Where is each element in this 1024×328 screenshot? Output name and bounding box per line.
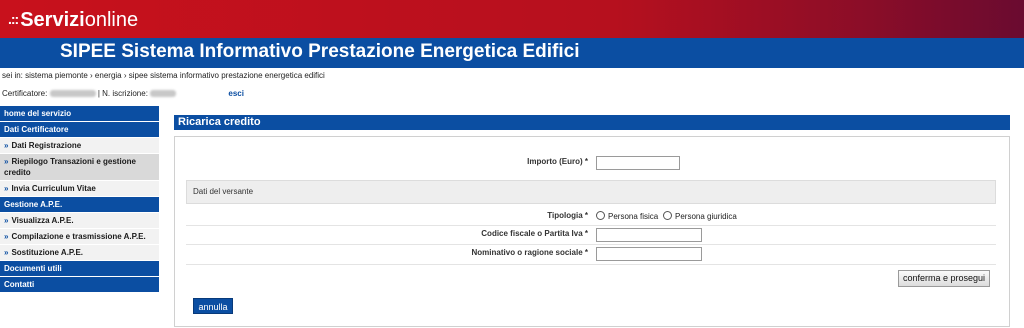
section-dati-versante: Dati del versante xyxy=(186,180,996,204)
importo-input[interactable] xyxy=(596,156,680,170)
iscrizione-number-redacted xyxy=(150,90,177,98)
sidebar-item-label: Dati Registrazione xyxy=(11,141,82,150)
sidebar-item-label: Dati Certificatore xyxy=(4,125,69,134)
page-title: Ricarica credito xyxy=(174,115,1010,130)
cancel-button[interactable]: annulla xyxy=(193,298,233,314)
certificatore-row: Certificatore: | N. iscrizione: esci xyxy=(2,89,244,98)
chevron-right-icon: » xyxy=(4,232,9,241)
sidebar-item-dati-certificatore[interactable]: Dati Certificatore xyxy=(0,122,159,138)
chevron-right-icon: » xyxy=(4,157,9,166)
row-divider xyxy=(186,244,996,245)
servizi-online-logo: .:: Servizionline xyxy=(8,7,138,32)
radio-persona-fisica[interactable] xyxy=(596,211,605,220)
codice-fiscale-input[interactable] xyxy=(596,228,702,242)
nominativo-input[interactable] xyxy=(596,247,702,261)
chevron-right-icon: » xyxy=(4,184,9,193)
logo-dots: .:: xyxy=(8,11,19,27)
nominativo-label: Nominativo o ragione sociale * xyxy=(471,248,588,257)
sidebar-item-contatti[interactable]: Contatti xyxy=(0,277,159,293)
sidebar-item-label: Documenti utili xyxy=(4,264,62,273)
tipologia-label: Tipologia * xyxy=(547,211,588,220)
header-bar: .:: Servizionline xyxy=(0,0,1024,38)
logo-rest-text: online xyxy=(84,9,139,31)
sidebar: home del servizio Dati Certificatore» Dati… xyxy=(0,106,159,293)
logout-link[interactable]: esci xyxy=(228,89,244,98)
certificatore-name-redacted xyxy=(49,90,96,98)
sidebar-item-home-del-servizio[interactable]: home del servizio xyxy=(0,106,159,122)
sidebar-item-label: Sostituzione A.P.E. xyxy=(11,248,84,257)
app-title: SIPEE Sistema Informativo Prestazione En… xyxy=(60,41,580,62)
sidebar-item-compilazione-e-trasmissione-a-p-e[interactable]: » Compilazione e trasmissione A.P.E. xyxy=(0,229,159,245)
sidebar-item-label: Invia Curriculum Vitae xyxy=(11,184,96,193)
codice-fiscale-label: Codice fiscale o Partita Iva * xyxy=(481,229,588,238)
breadcrumb: sei in: sistema piemonte › energia › sip… xyxy=(2,71,325,80)
sidebar-item-label: Compilazione e trasmissione A.P.E. xyxy=(11,232,146,241)
row-divider xyxy=(186,225,996,226)
chevron-right-icon: » xyxy=(4,141,9,150)
sidebar-item-sostituzione-a-p-e[interactable]: » Sostituzione A.P.E. xyxy=(0,245,159,261)
sidebar-item-label: Riepilogo Transazioni e gestione credito xyxy=(4,157,136,177)
app-title-bar: SIPEE Sistema Informativo Prestazione En… xyxy=(0,38,1024,68)
row-divider xyxy=(186,264,996,265)
form-container xyxy=(174,136,1010,327)
radio-persona-fisica-label: Persona fisica xyxy=(608,212,659,221)
sidebar-item-label: home del servizio xyxy=(4,109,72,118)
chevron-right-icon: » xyxy=(4,216,9,225)
importo-label: Importo (Euro) * xyxy=(527,157,588,166)
sidebar-item-label: Contatti xyxy=(4,280,35,289)
sidebar-item-label: Gestione A.P.E. xyxy=(4,200,63,209)
certificatore-label: Certificatore: xyxy=(2,89,48,98)
radio-persona-giuridica[interactable] xyxy=(663,211,672,220)
sidebar-item-label: Visualizza A.P.E. xyxy=(11,216,74,225)
sidebar-item-documenti-utili[interactable]: Documenti utili xyxy=(0,261,159,277)
sidebar-item-gestione-a-p-e[interactable]: Gestione A.P.E. xyxy=(0,197,159,213)
sidebar-item-visualizza-a-p-e[interactable]: » Visualizza A.P.E. xyxy=(0,213,159,229)
chevron-right-icon: » xyxy=(4,248,9,257)
sidebar-item-riepilogo-transazioni-e-gestione-credito[interactable]: » Riepilogo Transazioni e gestione credit… xyxy=(0,154,159,181)
logo-bold-text: Servizi xyxy=(20,9,85,31)
iscrizione-label: | N. iscrizione: xyxy=(97,89,148,98)
sidebar-item-invia-curriculum-vitae[interactable]: » Invia Curriculum Vitae xyxy=(0,181,159,197)
confirm-button[interactable]: conferma e prosegui xyxy=(898,270,990,287)
sidebar-item-dati-registrazione[interactable]: » Dati Registrazione xyxy=(0,138,159,154)
radio-persona-giuridica-label: Persona giuridica xyxy=(675,212,737,221)
